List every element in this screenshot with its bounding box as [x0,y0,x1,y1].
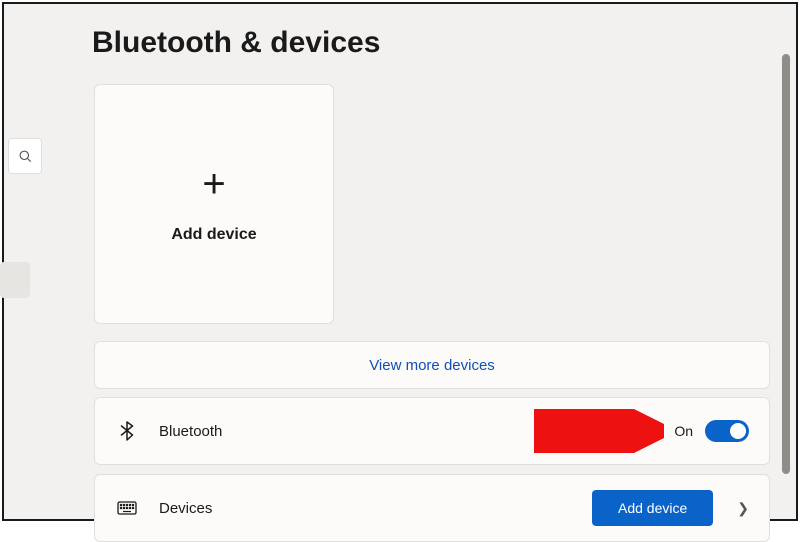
scrollbar[interactable] [782,54,790,511]
view-more-label: View more devices [369,357,495,374]
search-icon [18,149,32,163]
scrollbar-thumb[interactable] [782,54,790,474]
view-more-devices-button[interactable]: View more devices [94,341,770,389]
toggle-knob [730,423,746,439]
bluetooth-row: Bluetooth On [94,397,770,465]
devices-title: Devices [159,500,592,517]
bluetooth-icon [117,421,137,441]
nav-stub [0,262,30,298]
add-device-button[interactable]: Add device [592,490,713,526]
search-button[interactable] [8,138,42,174]
bluetooth-toggle[interactable] [705,420,749,442]
bluetooth-state-label: On [674,423,693,439]
keyboard-icon [117,501,137,515]
plus-icon: + [202,164,225,204]
add-device-tile[interactable]: + Add device [94,84,334,324]
chevron-right-icon[interactable]: ❯ [737,500,749,517]
bluetooth-title: Bluetooth [159,423,674,440]
devices-row[interactable]: Devices Add device ❯ [94,474,770,542]
page-title: Bluetooth & devices [92,26,380,60]
add-device-label: Add device [171,226,256,244]
